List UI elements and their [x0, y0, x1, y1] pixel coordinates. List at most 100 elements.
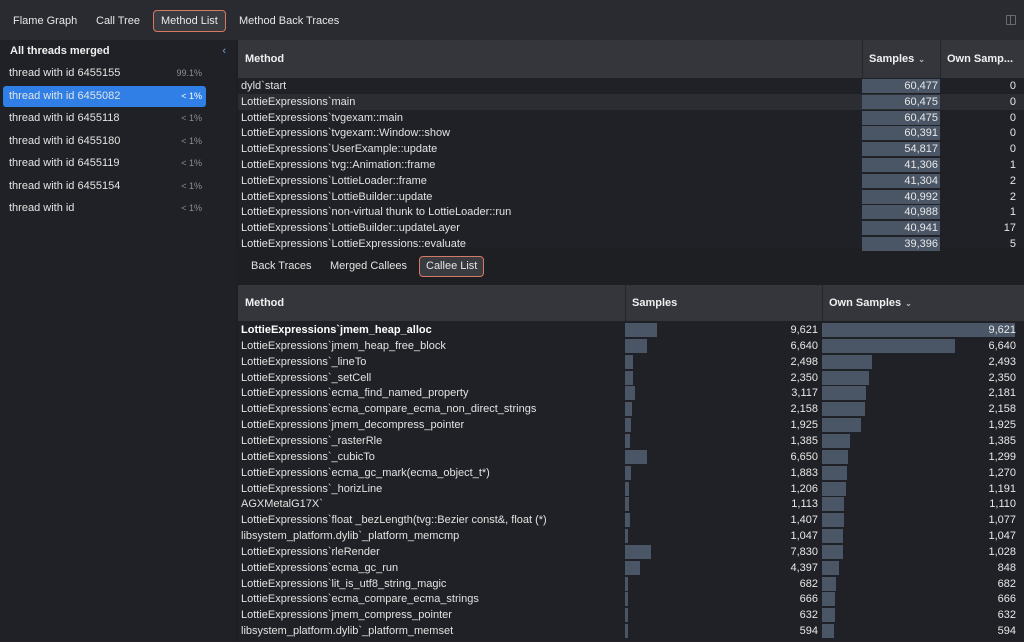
own-samples-value: 1,299 [988, 450, 1016, 463]
method-list-table: Method Samples ⌄ Own Samp... dyld`start 60… [238, 40, 1024, 251]
own-samples-value: 2,158 [988, 403, 1016, 416]
table-row[interactable]: dyld`start 60,477 0 [238, 78, 1024, 94]
table-row[interactable]: LottieExpressions`_lineTo 2,498 2,493 [238, 354, 1024, 370]
own-samples-value: 0 [1009, 80, 1016, 92]
table-row[interactable]: LottieExpressions`rleRender 7,830 1,028 [238, 544, 1024, 560]
method-name: LottieExpressions`non-virtual thunk to L… [241, 206, 512, 219]
table-row[interactable]: LottieExpressions`ecma_compare_ecma_non_… [238, 401, 1024, 417]
own-samples-value: 17 [1003, 222, 1016, 235]
samples-value: 41,304 [904, 174, 938, 187]
thread-percentage: < 1% [181, 135, 202, 146]
panel-toggle-icon[interactable] [1006, 15, 1016, 25]
thread-name: thread with id 6455119 [9, 157, 120, 169]
table-row[interactable]: LottieExpressions`jmem_decompress_pointe… [238, 417, 1024, 433]
table-row[interactable]: LottieExpressions`main 60,475 0 [238, 93, 1024, 110]
thread-percentage: < 1% [181, 90, 202, 101]
tab-merged-callees[interactable]: Merged Callees [324, 256, 413, 277]
tab-flame-graph[interactable]: Flame Graph [6, 10, 84, 32]
column-method[interactable]: Method [238, 40, 284, 78]
samples-value: 4,397 [790, 561, 818, 574]
thread-item[interactable]: thread with id 6455155 99.1% [3, 63, 206, 84]
table-row[interactable]: LottieExpressions`lit_is_utf8_string_mag… [238, 576, 1024, 592]
table-row[interactable]: LottieExpressions`ecma_gc_run 4,397 848 [238, 560, 1024, 576]
table-row[interactable]: LottieExpressions`tvg::Animation::frame 4… [238, 157, 1024, 173]
method-name: LottieExpressions`ecma_gc_run [241, 561, 399, 574]
sort-chevron-icon: ⌄ [918, 55, 925, 64]
thread-item[interactable]: thread with id 6455154 < 1% [3, 176, 206, 197]
table-row[interactable]: LottieExpressions`jmem_compress_pointer 6… [238, 607, 1024, 623]
thread-item[interactable]: thread with id 6455119 < 1% [3, 153, 206, 174]
column-own-samples[interactable]: Own Samples ⌄ [822, 285, 912, 321]
table-row[interactable]: LottieExpressions`jmem_heap_free_block 6,… [238, 338, 1024, 354]
own-samples-value: 666 [997, 593, 1016, 606]
table-row[interactable]: LottieExpressions`LottieExpressions::eva… [238, 236, 1024, 252]
table-row[interactable]: LottieExpressions`ecma_gc_mark(ecma_obje… [238, 465, 1024, 481]
own-samples-value: 9,621 [988, 324, 1016, 336]
thread-sidebar: All threads merged ‹ thread with id 6455… [0, 40, 236, 642]
table-row[interactable]: libsystem_platform.dylib`_platform_memcm… [238, 528, 1024, 544]
tab-method-list[interactable]: Method List [153, 10, 226, 32]
own-samples-value: 0 [1009, 111, 1016, 124]
samples-value: 1,047 [790, 530, 818, 543]
table-row[interactable]: LottieExpressions`_cubicTo 6,650 1,299 [238, 449, 1024, 465]
method-name: LottieExpressions`tvgexam::main [241, 111, 404, 124]
samples-value: 1,385 [790, 434, 818, 447]
method-name: LottieExpressions`LottieExpressions::eva… [241, 238, 467, 250]
samples-value: 1,925 [790, 419, 818, 432]
table-row[interactable]: AGXMetalG17X` 1,113 1,110 [238, 496, 1024, 512]
samples-value: 40,988 [904, 206, 938, 219]
collapse-sidebar-icon[interactable]: ‹ [222, 45, 226, 57]
tab-back-traces[interactable]: Back Traces [245, 256, 318, 277]
own-samples-value: 632 [997, 609, 1016, 622]
own-samples-value: 2,350 [988, 371, 1016, 384]
own-samples-value: 5 [1009, 238, 1016, 250]
method-name: LottieExpressions`jmem_heap_free_block [241, 339, 446, 352]
table-row[interactable]: LottieExpressions`_setCell 2,350 2,350 [238, 370, 1024, 386]
column-own-samples[interactable]: Own Samp... [940, 40, 1013, 78]
thread-name: thread with id 6455155 [9, 67, 121, 79]
method-name: LottieExpressions`_setCell [241, 371, 372, 384]
table-row[interactable]: LottieExpressions`tvgexam::main 60,475 0 [238, 110, 1024, 126]
all-threads-header[interactable]: All threads merged [10, 45, 110, 57]
own-samples-value: 848 [997, 561, 1016, 574]
table-row[interactable]: LottieExpressions`jmem_heap_alloc 9,621 9,… [238, 322, 1024, 338]
table-row[interactable]: LottieExpressions`LottieBuilder::updateL… [238, 220, 1024, 236]
samples-value: 1,206 [790, 482, 818, 495]
thread-percentage: < 1% [181, 203, 202, 213]
table-row[interactable]: LottieExpressions`ecma_compare_ecma_stri… [238, 591, 1024, 607]
method-name: LottieExpressions`_rasterRle [241, 434, 383, 447]
thread-item[interactable]: thread with id < 1% [3, 198, 206, 219]
table-row[interactable]: libsystem_platform.dylib`_platform_memse… [238, 623, 1024, 639]
column-method[interactable]: Method [238, 285, 284, 321]
thread-item[interactable]: thread with id 6455180 < 1% [3, 131, 206, 152]
table-row[interactable]: LottieExpressions`LottieLoader::frame 41,… [238, 173, 1024, 189]
column-samples[interactable]: Samples [625, 285, 677, 321]
table-row[interactable]: LottieExpressions`_horizLine 1,206 1,191 [238, 481, 1024, 497]
thread-item[interactable]: thread with id 6455082 < 1% [3, 85, 206, 107]
sort-chevron-icon: ⌄ [905, 299, 912, 308]
own-samples-value: 0 [1009, 95, 1016, 108]
table-row[interactable]: LottieExpressions`UserExample::update 54,… [238, 141, 1024, 157]
table-row[interactable]: LottieExpressions`float _bezLength(tvg::… [238, 512, 1024, 528]
column-samples[interactable]: Samples ⌄ [862, 40, 925, 78]
own-samples-value: 1,925 [988, 419, 1016, 432]
samples-value: 6,640 [790, 339, 818, 352]
thread-name: thread with id [9, 202, 75, 214]
table-row[interactable]: LottieExpressions`tvgexam::Window::show 6… [238, 125, 1024, 141]
table-row[interactable]: LottieExpressions`_rasterRle 1,385 1,385 [238, 433, 1024, 449]
table-row[interactable]: LottieExpressions`non-virtual thunk to L… [238, 204, 1024, 220]
thread-item[interactable]: thread with id 6455118 < 1% [3, 108, 206, 129]
tab-method-back-traces[interactable]: Method Back Traces [232, 10, 346, 32]
table-row[interactable]: LottieExpressions`LottieBuilder::update 4… [238, 189, 1024, 205]
samples-value: 3,117 [791, 387, 818, 400]
method-name: LottieExpressions`ecma_find_named_proper… [241, 387, 469, 400]
tab-callee-list[interactable]: Callee List [419, 256, 485, 277]
thread-percentage: < 1% [181, 113, 202, 123]
table-row[interactable]: LottieExpressions`ecma_find_named_proper… [238, 385, 1024, 401]
samples-value: 60,475 [904, 95, 938, 108]
tab-call-tree[interactable]: Call Tree [89, 10, 147, 32]
own-samples-value: 1,077 [988, 514, 1016, 527]
own-samples-value: 1 [1009, 159, 1016, 171]
own-samples-value: 2 [1009, 174, 1016, 187]
method-name: LottieExpressions`ecma_compare_ecma_non_… [241, 403, 537, 416]
